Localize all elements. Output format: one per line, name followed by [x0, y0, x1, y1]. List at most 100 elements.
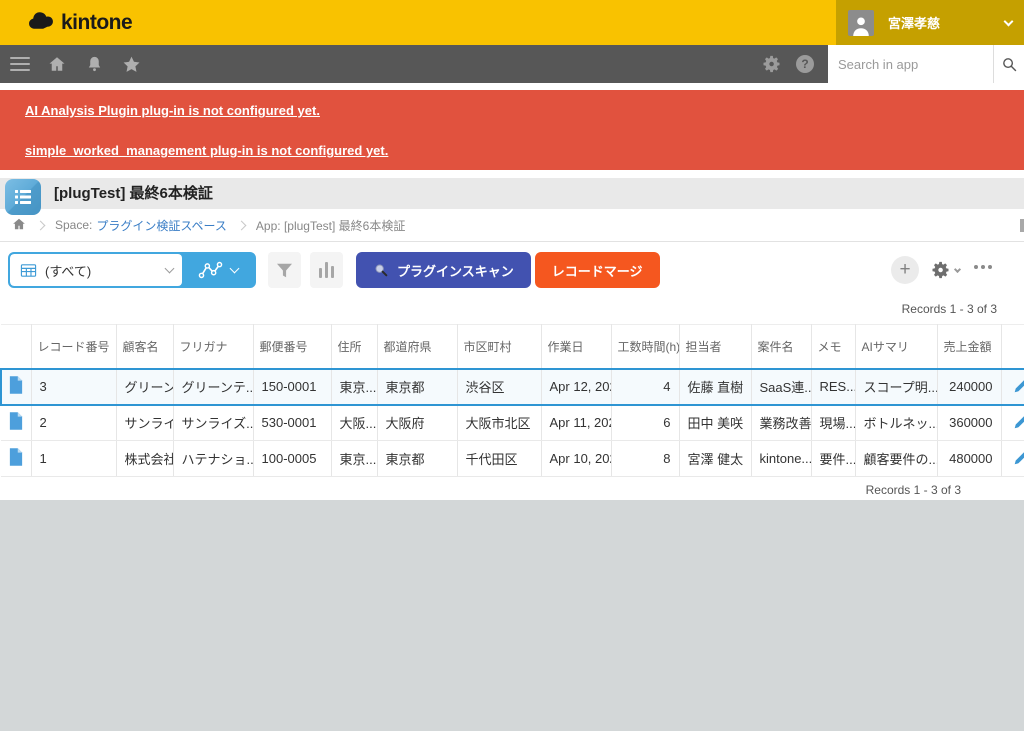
- filter-button[interactable]: [268, 252, 301, 288]
- view-settings-button[interactable]: [931, 260, 960, 280]
- edit-record-button[interactable]: [1001, 405, 1024, 441]
- column-header[interactable]: AIサマリ: [855, 325, 937, 369]
- column-header[interactable]: 工数時間(h): [611, 325, 679, 369]
- pencil-icon: [1013, 449, 1024, 466]
- record-merge-button[interactable]: レコードマージ: [535, 252, 660, 288]
- table-grid-icon: [19, 262, 38, 279]
- cell: グリーンテ...: [173, 369, 253, 405]
- star-icon[interactable]: [121, 54, 141, 74]
- document-icon: [9, 376, 23, 394]
- table-row[interactable]: 3グリーン...グリーンテ...150-0001東京...東京都渋谷区Apr 1…: [1, 369, 1024, 405]
- help-icon[interactable]: ?: [796, 55, 814, 73]
- table-row[interactable]: 1株式会社...ハテナショ...100-0005東京...東京都千代田区Apr …: [1, 441, 1024, 477]
- column-header[interactable]: レコード番号: [31, 325, 116, 369]
- cell: 100-0005: [253, 441, 331, 477]
- column-header-edit: [1001, 325, 1024, 369]
- record-link-icon[interactable]: [1, 369, 31, 405]
- cell: 3: [31, 369, 116, 405]
- record-link-icon[interactable]: [1, 441, 31, 477]
- gear-icon: [931, 260, 951, 280]
- document-icon: [9, 412, 23, 430]
- alert-link-simple-worked[interactable]: simple_worked_management plug-in is not …: [25, 143, 1024, 158]
- search-input[interactable]: [828, 45, 993, 83]
- bell-icon[interactable]: [84, 54, 104, 74]
- cell: 現場...: [811, 405, 855, 441]
- search-group: [828, 45, 1024, 83]
- table-row[interactable]: 2サンライ...サンライズ...530-0001大阪...大阪府大阪市北区Apr…: [1, 405, 1024, 441]
- search-button[interactable]: [993, 45, 1024, 83]
- record-link-icon[interactable]: [1, 405, 31, 441]
- breadcrumb: Space: プラグイン検証スペース App: [plugTest] 最終6本検…: [0, 209, 1024, 242]
- space-prefix: Space:: [55, 218, 92, 232]
- chevron-down-icon: [230, 264, 240, 274]
- toolbar-left: [0, 54, 141, 74]
- cell: 530-0001: [253, 405, 331, 441]
- cell: 1: [31, 441, 116, 477]
- column-header[interactable]: 案件名: [751, 325, 811, 369]
- column-header[interactable]: 顧客名: [116, 325, 173, 369]
- column-header[interactable]: 作業日: [541, 325, 611, 369]
- view-name: (すべて): [45, 261, 91, 280]
- view-selector[interactable]: (すべて): [10, 254, 182, 286]
- more-options-button[interactable]: [974, 265, 992, 269]
- column-header[interactable]: メモ: [811, 325, 855, 369]
- cell: 要件...: [811, 441, 855, 477]
- user-menu[interactable]: 宮澤孝慈: [836, 0, 1024, 45]
- cell: 株式会社...: [116, 441, 173, 477]
- space-link[interactable]: プラグイン検証スペース: [96, 217, 227, 234]
- gear-icon[interactable]: [762, 54, 782, 74]
- cell: 千代田区: [457, 441, 541, 477]
- alert-link-ai-analysis[interactable]: AI Analysis Plugin plug-in is not config…: [25, 103, 1024, 118]
- cell: 6: [611, 405, 679, 441]
- cell: 田中 美咲: [679, 405, 751, 441]
- cell: kintone...: [751, 441, 811, 477]
- breadcrumb-home-icon[interactable]: [12, 217, 26, 234]
- column-header[interactable]: 郵便番号: [253, 325, 331, 369]
- cell: サンライズ...: [173, 405, 253, 441]
- cell: Apr 10, 2026: [541, 441, 611, 477]
- cell: ハテナショ...: [173, 441, 253, 477]
- plugin-scan-button[interactable]: プラグインスキャン: [356, 252, 531, 288]
- cell: スコープ明...: [855, 369, 937, 405]
- column-header[interactable]: 市区町村: [457, 325, 541, 369]
- cell: グリーン...: [116, 369, 173, 405]
- kintone-logo[interactable]: kintone: [28, 0, 132, 45]
- cell: 佐藤 直樹: [679, 369, 751, 405]
- records-table: レコード番号顧客名フリガナ郵便番号住所都道府県市区町村作業日工数時間(h)担当者…: [0, 324, 1024, 477]
- edit-record-button[interactable]: [1001, 441, 1024, 477]
- record-merge-label: レコードマージ: [552, 261, 643, 280]
- cell: 東京...: [331, 369, 377, 405]
- user-name: 宮澤孝慈: [888, 13, 940, 32]
- magnifier-icon: [373, 262, 389, 278]
- avatar: [848, 10, 874, 36]
- hamburger-icon[interactable]: [10, 57, 30, 71]
- cell: 480000: [937, 441, 1001, 477]
- graph-view-button[interactable]: [182, 254, 254, 286]
- toolbar-right: ?: [762, 45, 1024, 83]
- column-header[interactable]: 住所: [331, 325, 377, 369]
- edit-record-button[interactable]: [1001, 369, 1024, 405]
- document-icon: [9, 448, 23, 466]
- column-header[interactable]: 都道府県: [377, 325, 457, 369]
- cell: サンライ...: [116, 405, 173, 441]
- cell: 大阪...: [331, 405, 377, 441]
- pencil-icon: [1013, 413, 1024, 430]
- view-selector-group: (すべて): [8, 252, 256, 288]
- cell: Apr 11, 2026: [541, 405, 611, 441]
- alert-banner: AI Analysis Plugin plug-in is not config…: [0, 90, 1024, 170]
- cloud-icon: [28, 11, 55, 35]
- chart-button[interactable]: [310, 252, 343, 288]
- add-record-button[interactable]: +: [891, 256, 919, 284]
- cell: 2: [31, 405, 116, 441]
- breadcrumb-space: Space: プラグイン検証スペース: [55, 217, 227, 234]
- spacer: [0, 170, 1024, 178]
- cell: 大阪市北区: [457, 405, 541, 441]
- column-header[interactable]: フリガナ: [173, 325, 253, 369]
- app-icon[interactable]: [5, 179, 41, 215]
- home-icon[interactable]: [47, 54, 67, 74]
- column-header[interactable]: 売上金額: [937, 325, 1001, 369]
- column-header[interactable]: 担当者: [679, 325, 751, 369]
- global-toolbar: ?: [0, 45, 1024, 83]
- cell: 渋谷区: [457, 369, 541, 405]
- column-header-icon: [1, 325, 31, 369]
